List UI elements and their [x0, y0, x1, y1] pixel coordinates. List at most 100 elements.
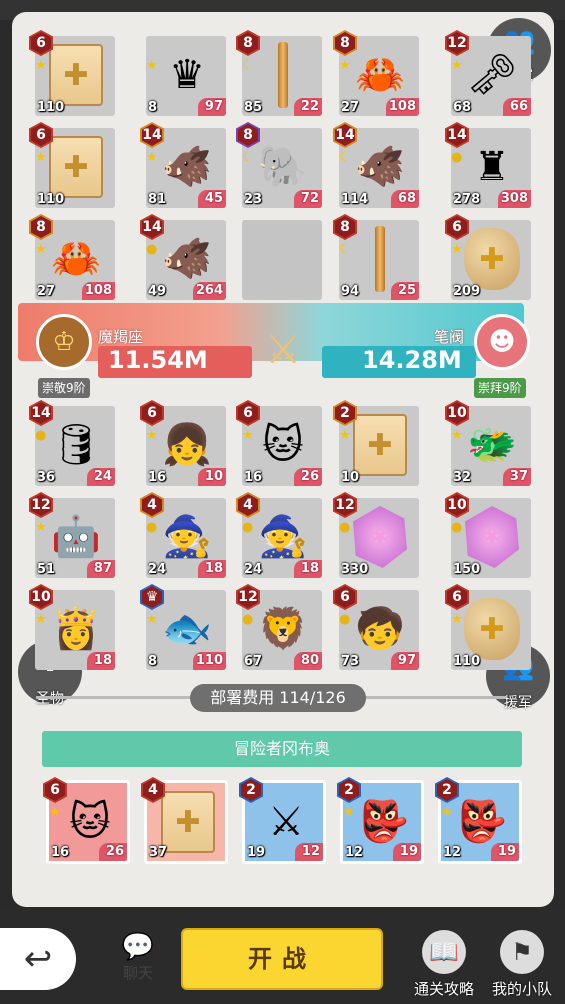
- star-icon: ★: [35, 520, 47, 535]
- unit-card[interactable]: 🦁 12 ● 67 80: [236, 584, 322, 670]
- start-battle-button[interactable]: 开战: [181, 928, 383, 990]
- guide-button[interactable]: 📖 通关攻略: [410, 930, 478, 1000]
- star-icon: ★: [146, 58, 158, 73]
- unit-level: 110: [37, 192, 65, 207]
- unit-card[interactable]: 🐗 14 ● 49 264: [140, 214, 226, 300]
- unit-card[interactable]: 🧙 4 ● 24 18: [236, 492, 322, 578]
- back-arrow-icon: ↩: [23, 939, 53, 979]
- unit-card[interactable]: 🧙 4 ● 24 18: [140, 492, 226, 578]
- unit-card[interactable]: 🐱 6 ★ 16 26: [236, 400, 322, 486]
- guide-label: 通关攻略: [413, 980, 474, 998]
- rank-badge-value: 4: [147, 497, 157, 513]
- adventurer-button[interactable]: 冒险者冈布奥: [42, 731, 522, 767]
- chat-button[interactable]: 💬 聊天: [112, 932, 164, 992]
- unit-level: 23: [244, 192, 263, 207]
- unit-card[interactable]: 👺 2 ★ 12 19: [435, 777, 519, 861]
- my-team-button[interactable]: ⚑ 我的小队: [488, 930, 556, 1000]
- unit-card[interactable]: ❀ 12 ● 330: [333, 492, 419, 578]
- stone-rune-icon: ✚: [461, 226, 523, 292]
- rank-badge-value: 14: [335, 127, 355, 143]
- empty-slot[interactable]: [242, 220, 322, 300]
- unit-card[interactable]: 🐘 8 ☾ 23 72: [236, 122, 322, 208]
- rank-badge-value: 6: [452, 219, 462, 235]
- rank-badge-value: 10: [31, 589, 51, 605]
- unit-card[interactable]: 🤖 12 ★ 51 87: [29, 492, 115, 578]
- unit-card[interactable]: 8 ☾ 85 22: [236, 30, 322, 116]
- rank-badge-value: 12: [447, 35, 467, 51]
- unit-level: 51: [37, 562, 56, 577]
- unit-card[interactable]: 🗝 12 ★ 68 66: [445, 30, 531, 116]
- left-player-avatar[interactable]: ♔: [36, 314, 92, 370]
- scroll-icon: ✚: [45, 134, 107, 200]
- unit-level: 32: [453, 470, 472, 485]
- star-icon: ★: [339, 428, 351, 443]
- right-player-name: 笔阀: [434, 328, 465, 346]
- unit-card[interactable]: 🦀 8 ★ 27 108: [29, 214, 115, 300]
- back-button[interactable]: ↩: [0, 928, 76, 990]
- unit-level: 24: [244, 562, 263, 577]
- unit-card[interactable]: 🐟 ♛ ★ 8 110: [140, 584, 226, 670]
- rank-badge-value: 2: [344, 782, 354, 798]
- star-icon: ★: [146, 428, 158, 443]
- unit-level: 73: [341, 654, 360, 669]
- rank-badge-value: 12: [238, 589, 258, 605]
- rank-badge-value: 8: [340, 35, 350, 51]
- unit-card[interactable]: ♛ ★ 8 97: [146, 36, 226, 116]
- unit-level: 36: [37, 470, 56, 485]
- unit-card[interactable]: ✚ 6 ★ 110: [29, 30, 115, 116]
- unit-level: 12: [345, 845, 364, 860]
- unit-card[interactable]: 👸 10 ★ 18: [29, 584, 115, 670]
- unit-card[interactable]: ✚ 6 ★ 110: [445, 584, 531, 670]
- unit-power: 18: [198, 560, 226, 578]
- rank-badge-value: 10: [447, 405, 467, 421]
- unit-card[interactable]: ⚔ 2 19 12: [239, 777, 323, 861]
- unit-card[interactable]: ✚ 6 ★ 110: [29, 122, 115, 208]
- coin-icon: ●: [451, 520, 463, 535]
- left-rank-badge: 崇敬9阶: [38, 378, 90, 398]
- unit-card[interactable]: ✚ 6 ★ 209: [445, 214, 531, 300]
- rank-badge-value: 6: [243, 405, 253, 421]
- star-icon: ★: [35, 150, 47, 165]
- right-player-avatar[interactable]: ☻: [474, 314, 530, 370]
- coin-icon: ●: [242, 612, 254, 627]
- star-icon: ★: [451, 242, 463, 257]
- unit-card[interactable]: ♜ 14 ● 278 308: [445, 122, 531, 208]
- star-icon: ★: [451, 58, 463, 73]
- unit-level: 278: [453, 192, 481, 207]
- unit-power: 264: [192, 282, 226, 300]
- unit-card[interactable]: ✚ 4 37: [141, 777, 225, 861]
- star-icon: ★: [441, 805, 453, 820]
- unit-power: 308: [497, 190, 531, 208]
- unit-card[interactable]: 🐗 14 ☾ 114 68: [333, 122, 419, 208]
- unit-card[interactable]: 🐱 6 ★ 16 26: [43, 777, 127, 861]
- rank-badge-value: 2: [246, 782, 256, 798]
- unit-level: 81: [148, 192, 167, 207]
- unit-level: 27: [37, 284, 56, 299]
- unit-card[interactable]: ❀ 10 ● 150: [445, 492, 531, 578]
- unit-card[interactable]: 8 ☾ 94 25: [333, 214, 419, 300]
- unit-power: 87: [87, 560, 115, 578]
- unit-card[interactable]: ✚ 2 ★ 10: [333, 400, 419, 486]
- unit-level: 12: [443, 845, 462, 860]
- rank-badge-value: 8: [340, 219, 350, 235]
- unit-card[interactable]: 🧒 6 ● 73 97: [333, 584, 419, 670]
- unit-card[interactable]: 🦀 8 ★ 27 108: [333, 30, 419, 116]
- unit-level: 209: [453, 284, 481, 299]
- rank-badge-value: 6: [452, 589, 462, 605]
- unit-power: 19: [491, 843, 519, 861]
- unit-power: 18: [87, 652, 115, 670]
- rank-badge-value: 12: [31, 497, 51, 513]
- rank-badge-value: 6: [36, 35, 46, 51]
- unit-level: 114: [341, 192, 369, 207]
- moon-icon: ☾: [242, 150, 254, 165]
- unit-card[interactable]: 🛢 14 ● 36 24: [29, 400, 115, 486]
- unit-power: 22: [294, 98, 322, 116]
- pink-gem-icon: ❀: [349, 504, 411, 570]
- coin-icon: ●: [242, 520, 254, 535]
- unit-card[interactable]: 🐲 10 ★ 32 37: [445, 400, 531, 486]
- unit-card[interactable]: 👺 2 ★ 12 19: [337, 777, 421, 861]
- rank-badge-value: 6: [50, 782, 60, 798]
- unit-card[interactable]: 🐗 14 ★ 81 45: [140, 122, 226, 208]
- unit-power: 26: [294, 468, 322, 486]
- unit-card[interactable]: 👧 6 ★ 16 10: [140, 400, 226, 486]
